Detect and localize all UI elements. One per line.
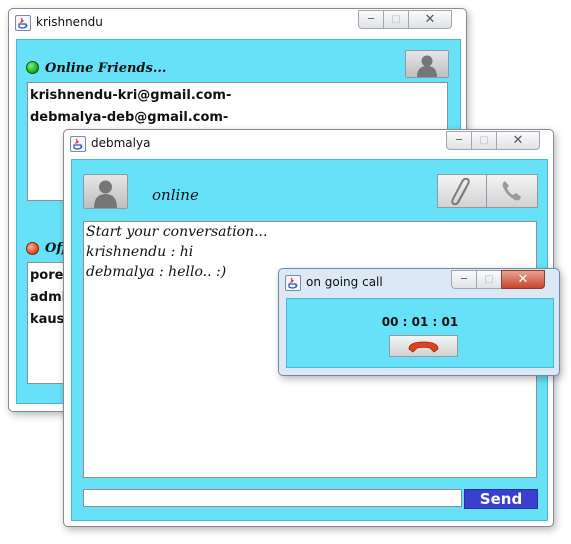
window-call: on going call ─ □ ✕ 00 : 01 : 01 <box>278 268 560 376</box>
maximize-button[interactable]: □ <box>383 10 409 29</box>
send-button[interactable]: Send <box>464 489 538 509</box>
title-bar[interactable]: debmalya ─ □ ✕ <box>64 130 553 158</box>
close-button[interactable]: ✕ <box>408 10 452 29</box>
hang-up-icon <box>408 341 439 353</box>
java-icon <box>285 275 301 291</box>
close-icon: ✕ <box>512 133 524 148</box>
title-bar[interactable]: krishnendu ─ □ ✕ <box>9 9 466 37</box>
phone-icon <box>502 181 521 201</box>
profile-button[interactable] <box>405 50 449 78</box>
close-button[interactable]: ✕ <box>496 131 540 150</box>
title-bar[interactable]: on going call ─ □ ✕ <box>279 269 559 297</box>
list-item[interactable]: kaus <box>30 312 64 327</box>
list-item[interactable]: krishnendu-kri@gmail.com- <box>30 88 231 103</box>
user-avatar-icon <box>417 55 437 77</box>
minimize-icon: ─ <box>455 135 463 146</box>
minimize-icon: ─ <box>460 274 468 285</box>
java-icon <box>15 15 31 31</box>
paperclip-icon <box>451 177 470 206</box>
minimize-button[interactable]: ─ <box>451 270 477 289</box>
conversation-line: Start your conversation... <box>86 224 268 240</box>
call-panel: 00 : 01 : 01 <box>286 298 554 368</box>
close-icon: ✕ <box>517 272 529 287</box>
contact-status: online <box>152 186 199 204</box>
offline-status-dot <box>26 242 39 255</box>
maximize-icon: □ <box>391 14 401 25</box>
conversation-line: debmalya : hello.. :) <box>86 264 227 280</box>
online-friends-label: Online Friends... <box>45 61 167 76</box>
minimize-button[interactable]: ─ <box>358 10 384 29</box>
window-title: debmalya <box>91 136 151 150</box>
hang-up-button[interactable] <box>389 335 458 357</box>
close-icon: ✕ <box>424 12 436 27</box>
contact-avatar[interactable] <box>83 174 128 209</box>
online-status-dot <box>26 61 39 74</box>
window-title: krishnendu <box>36 15 103 29</box>
minimize-icon: ─ <box>367 14 375 25</box>
call-timer: 00 : 01 : 01 <box>381 315 459 329</box>
attach-file-button[interactable] <box>437 174 488 208</box>
list-item[interactable]: admi <box>30 290 66 305</box>
list-item[interactable]: debmalya-deb@gmail.com- <box>30 110 228 125</box>
user-avatar-icon <box>94 180 117 208</box>
call-button[interactable] <box>486 174 538 208</box>
minimize-button[interactable]: ─ <box>446 131 472 150</box>
maximize-button[interactable]: □ <box>471 131 497 150</box>
close-button[interactable]: ✕ <box>501 270 545 289</box>
maximize-icon: □ <box>484 274 494 285</box>
window-title: on going call <box>306 275 383 289</box>
message-input[interactable] <box>83 489 462 507</box>
maximize-button[interactable]: □ <box>476 270 502 289</box>
conversation-line: krishnendu : hi <box>86 244 194 260</box>
java-icon <box>70 136 86 152</box>
maximize-icon: □ <box>479 135 489 146</box>
